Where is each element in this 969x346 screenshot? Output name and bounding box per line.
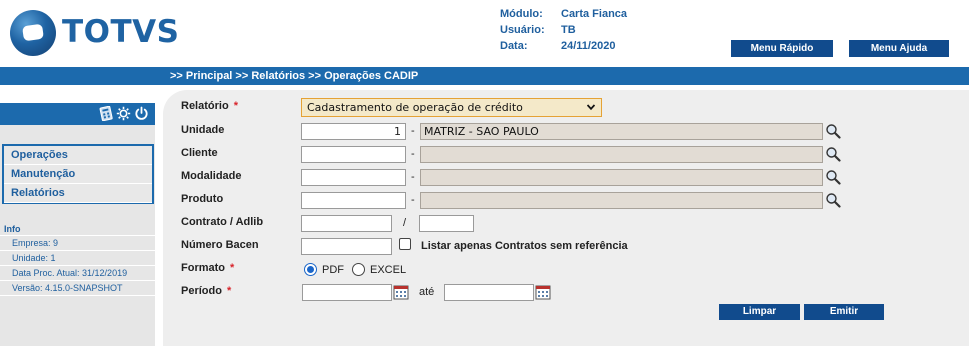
modulo-label: Módulo: [500,8,543,20]
unidade-code-input[interactable]: 1 [301,123,406,140]
modulo-row: Módulo: Carta Fianca [500,6,627,22]
numero-bacen-input[interactable] [301,238,392,255]
produto-label: Produto [181,193,224,205]
info-data-proc: Data Proc. Atual: 31/12/2019 [0,266,155,281]
cliente-description-field [420,146,823,163]
totvs-logo: TOTVS [10,10,210,60]
chevron-down-icon [587,104,595,111]
session-info: Módulo: Carta Fianca Usuário: TB Data: 2… [500,6,627,54]
cliente-label: Cliente [181,147,218,159]
cliente-code-input[interactable] [301,146,406,163]
brand-name: TOTVS [62,14,180,50]
periodo-ate-label: até [419,286,435,298]
modalidade-label: Modalidade [181,170,242,182]
calendar-icon[interactable] [393,284,409,300]
excel-radio[interactable] [352,263,365,276]
produto-description-field [420,192,823,209]
data-row: Data: 24/11/2020 [500,38,627,54]
info-versao: Versão: 4.15.0-SNAPSHOT [0,281,155,296]
contrato-separator: / [403,217,407,229]
usuario-row: Usuário: TB [500,22,627,38]
sidebar: Operações Manutenção Relatórios Info Emp… [0,103,155,346]
info-unidade: Unidade: 1 [0,251,155,266]
relatorio-label: Relatório * [181,100,238,112]
excel-label: EXCEL [370,264,407,276]
unidade-dash: - [411,125,415,137]
sem-referencia-label: Listar apenas Contratos sem referência [421,240,628,252]
limpar-button[interactable]: Limpar [719,304,800,320]
info-title: Info [0,222,155,236]
pdf-label: PDF [322,264,344,276]
emitir-button[interactable]: Emitir [804,304,884,320]
top-nav-bar [0,67,969,85]
required-marker: * [226,285,232,297]
relatorio-selected-value: Cadastramento de operação de crédito [307,101,523,114]
adlib-input[interactable] [419,215,474,232]
info-empresa: Empresa: 9 [0,236,155,251]
power-icon[interactable] [134,106,149,121]
sem-referencia-checkbox[interactable] [399,238,411,250]
sidebar-info: Info Empresa: 9 Unidade: 1 Data Proc. At… [0,222,155,296]
usuario-label: Usuário: [500,24,545,36]
data-value: 24/11/2020 [561,40,616,52]
totvs-logo-icon [10,10,56,56]
produto-search-icon[interactable] [825,192,841,208]
modalidade-code-input[interactable] [301,169,406,186]
modalidade-dash: - [411,171,415,183]
periodo-label: Período * [181,285,232,297]
pdf-radio[interactable] [304,263,317,276]
sidebar-toolbar [0,103,155,125]
unidade-description-field: MATRIZ - SAO PAULO [420,123,823,140]
calendar-icon[interactable] [535,284,551,300]
calculator-icon[interactable] [99,106,113,121]
unidade-search-icon[interactable] [825,123,841,139]
periodo-from-input[interactable] [302,284,392,301]
required-marker: * [233,100,238,112]
modulo-value: Carta Fianca [561,8,628,20]
required-marker: * [230,262,235,274]
produto-code-input[interactable] [301,192,406,209]
data-label: Data: [500,40,528,52]
unidade-label: Unidade [181,124,225,136]
sidebar-item-manutencao[interactable]: Manutenção [4,165,152,184]
cliente-search-icon[interactable] [825,146,841,162]
cliente-dash: - [411,148,415,160]
contrato-label: Contrato / Adlib [181,216,264,228]
menu-ajuda-button[interactable]: Menu Ajuda [849,40,949,57]
sidebar-menu: Operações Manutenção Relatórios [2,144,154,204]
numero-bacen-label: Número Bacen [181,239,259,251]
formato-label: Formato * [181,262,235,274]
modalidade-search-icon[interactable] [825,169,841,185]
gear-icon[interactable] [116,106,131,121]
modalidade-description-field [420,169,823,186]
relatorio-select[interactable]: Cadastramento de operação de crédito [301,98,602,117]
sidebar-item-relatorios[interactable]: Relatórios [4,184,152,203]
breadcrumb: >> Principal >> Relatórios >> Operações … [170,70,419,82]
usuario-value: TB [561,24,576,36]
menu-rapido-button[interactable]: Menu Rápido [731,40,833,57]
contrato-input[interactable] [301,215,392,232]
periodo-to-input[interactable] [444,284,534,301]
produto-dash: - [411,194,415,206]
sidebar-item-operacoes[interactable]: Operações [4,146,152,165]
